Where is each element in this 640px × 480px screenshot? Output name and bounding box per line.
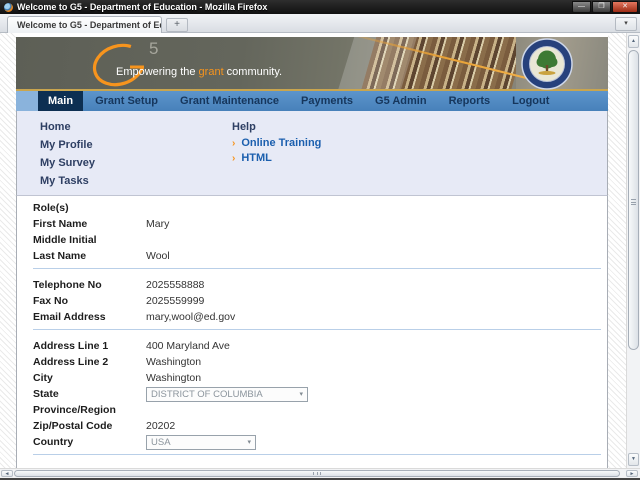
field-label: First Name (33, 218, 146, 230)
form-row-first-name: First Name Mary (33, 216, 607, 232)
field-label: Country (33, 436, 146, 448)
field-value: 2025559999 (146, 295, 204, 307)
nav-item-payments[interactable]: Payments (291, 91, 363, 111)
field-value: 400 Maryland Ave (146, 340, 230, 352)
field-value: Washington (146, 372, 201, 384)
help-link-online-training[interactable]: ›Online Training (232, 136, 321, 151)
vertical-scrollbar-thumb[interactable] (628, 50, 639, 350)
help-column: Help ›Online Training ›HTML (232, 118, 321, 166)
form-row-fax: Fax No 2025559999 (33, 293, 607, 309)
window-title: Welcome to G5 - Department of Education … (17, 2, 267, 12)
arrow-bullet-icon: › (232, 138, 235, 149)
form-row-state: State DISTRICT OF COLUMBIA ▾ (33, 386, 607, 402)
form-row-telephone: Telephone No 2025558888 (33, 277, 607, 293)
scrollbar-grip-icon (631, 199, 636, 205)
form-row-last-name: Last Name Wool (33, 248, 607, 264)
field-label: Email Address (33, 311, 146, 323)
field-label: State (33, 388, 146, 400)
nav-item-main[interactable]: Main (38, 91, 83, 111)
page-background: 5 Empowering the grant community. Main G… (0, 33, 640, 468)
field-label: Zip/Postal Code (33, 420, 146, 432)
field-value: 20202 (146, 420, 175, 432)
field-label: Address Line 1 (33, 340, 146, 352)
form-row-address-1: Address Line 1 400 Maryland Ave (33, 338, 607, 354)
country-select-value: USA (151, 437, 171, 448)
form-row-email: Email Address mary,wool@ed.gov (33, 309, 607, 325)
tab-title: Welcome to G5 - Department of Edu... (17, 20, 162, 30)
field-value: 2025558888 (146, 279, 204, 291)
field-label: Last Name (33, 250, 146, 262)
g5-logo-icon (90, 38, 152, 90)
tagline-grant-word: grant (199, 66, 224, 78)
field-label: Middle Initial (33, 234, 146, 246)
minimize-button[interactable]: — (572, 1, 591, 13)
scroll-left-icon[interactable]: ◄ (1, 470, 13, 477)
field-value: Washington (146, 356, 201, 368)
nav-item-grant-setup[interactable]: Grant Setup (85, 91, 168, 111)
dropdown-arrow-icon: ▾ (247, 438, 251, 446)
form-row-roles: Role(s) (33, 200, 607, 216)
state-select-value: DISTRICT OF COLUMBIA (151, 389, 263, 400)
field-value: Wool (146, 250, 170, 262)
subnav-item-my-survey[interactable]: My Survey (40, 154, 95, 172)
field-label: Address Line 2 (33, 356, 146, 368)
firefox-icon (4, 3, 13, 12)
g5-banner: 5 Empowering the grant community. (16, 37, 608, 91)
arrow-bullet-icon: › (232, 153, 235, 164)
list-all-tabs-button[interactable]: ▾ (615, 17, 637, 31)
section-divider (33, 329, 601, 330)
nav-item-g5-admin[interactable]: G5 Admin (365, 91, 437, 111)
form-row-country: Country USA ▾ (33, 434, 607, 450)
maximize-button[interactable]: ❐ (592, 1, 611, 13)
browser-tab[interactable]: Welcome to G5 - Department of Edu... (7, 16, 162, 33)
form-row-city: City Washington (33, 370, 607, 386)
form-row-province: Province/Region (33, 402, 607, 418)
subnav-item-my-tasks[interactable]: My Tasks (40, 172, 95, 190)
form-row-middle-initial: Middle Initial (33, 232, 607, 248)
help-link-html[interactable]: ›HTML (232, 151, 321, 166)
logo-five: 5 (149, 39, 158, 59)
form-row-address-2: Address Line 2 Washington (33, 354, 607, 370)
horizontal-scrollbar[interactable]: ◄ ► (0, 468, 640, 478)
tab-bar: Welcome to G5 - Department of Edu... + ▾ (0, 14, 640, 33)
subnav-left-column: Home My Profile My Survey My Tasks (40, 118, 95, 190)
horizontal-scrollbar-thumb[interactable] (14, 470, 620, 477)
page-content: 5 Empowering the grant community. Main G… (16, 33, 608, 468)
department-of-education-seal (521, 38, 573, 90)
sub-nav-panel: Home My Profile My Survey My Tasks Help … (16, 111, 608, 196)
vertical-scrollbar[interactable]: ▲ ▼ (626, 33, 640, 468)
profile-form: Role(s) First Name Mary Middle Initial L… (16, 196, 608, 468)
field-label: Telephone No (33, 279, 146, 291)
field-label: Fax No (33, 295, 146, 307)
scrollbar-grip-icon (313, 472, 321, 475)
scroll-up-icon[interactable]: ▲ (628, 35, 639, 48)
browser-window: Welcome to G5 - Department of Education … (0, 0, 640, 480)
scroll-down-icon[interactable]: ▼ (628, 453, 639, 466)
field-label: Province/Region (33, 404, 146, 416)
field-value: mary,wool@ed.gov (146, 311, 235, 323)
window-controls: — ❐ ✕ (571, 1, 638, 13)
close-button[interactable]: ✕ (612, 1, 638, 13)
dropdown-arrow-icon: ▾ (299, 390, 303, 398)
subnav-item-home[interactable]: Home (40, 118, 95, 136)
field-value: Mary (146, 218, 169, 230)
state-select[interactable]: DISTRICT OF COLUMBIA ▾ (146, 387, 308, 402)
title-bar: Welcome to G5 - Department of Education … (0, 0, 640, 14)
nav-lead-segment (16, 91, 38, 111)
main-nav-bar: Main Grant Setup Grant Maintenance Payme… (16, 91, 608, 111)
tagline: Empowering the grant community. (116, 66, 282, 78)
field-label: Role(s) (33, 202, 146, 214)
section-divider (33, 268, 601, 269)
form-row-zip: Zip/Postal Code 20202 (33, 418, 607, 434)
subnav-item-my-profile[interactable]: My Profile (40, 136, 95, 154)
country-select[interactable]: USA ▾ (146, 435, 256, 450)
section-divider (33, 454, 601, 455)
nav-item-grant-maintenance[interactable]: Grant Maintenance (170, 91, 289, 111)
new-tab-button[interactable]: + (166, 18, 188, 32)
nav-item-reports[interactable]: Reports (439, 91, 501, 111)
nav-item-logout[interactable]: Logout (502, 91, 559, 111)
help-heading: Help (232, 118, 321, 136)
scroll-right-icon[interactable]: ► (626, 470, 638, 477)
field-label: City (33, 372, 146, 384)
